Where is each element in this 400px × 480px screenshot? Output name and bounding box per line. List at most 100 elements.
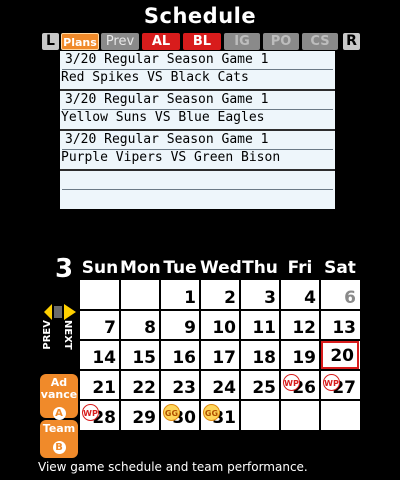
game-slot[interactable]: 3/20 Regular Season Game 1 Purple Vipers… (60, 131, 335, 171)
game-matchup: Purple Vipers VS Green Bison (61, 150, 281, 165)
calendar-day[interactable]: 10 (201, 311, 239, 339)
advance-label: Ad vance (40, 376, 78, 401)
calendar-day[interactable]: 27 WP (321, 371, 359, 399)
calendar-day[interactable]: 30 GG (161, 401, 199, 429)
grid-line (80, 339, 360, 341)
grid-line (80, 309, 360, 311)
day-number: 22 (132, 378, 156, 398)
calendar-day[interactable]: 24 (201, 371, 239, 399)
day-number: 11 (252, 318, 276, 338)
schedule-list: 3/20 Regular Season Game 1 Red Spikes VS… (60, 51, 335, 209)
tab-plans[interactable]: Plans (61, 33, 99, 50)
prev-label: PREV (42, 320, 53, 350)
game-slot[interactable]: 3/20 Regular Season Game 1 Yellow Suns V… (60, 91, 335, 131)
calendar-day-empty (81, 281, 119, 309)
game-title: 3/20 Regular Season Game 1 (65, 52, 269, 67)
calendar-day-empty (281, 401, 319, 429)
grid-line (159, 280, 161, 430)
day-number: 24 (212, 378, 236, 398)
calendar-day[interactable]: 18 (241, 341, 279, 369)
calendar-day[interactable]: 11 (241, 311, 279, 339)
calendar-day[interactable]: 12 (281, 311, 319, 339)
day-number: 25 (252, 378, 276, 398)
calendar-day[interactable]: 23 (161, 371, 199, 399)
calendar-day[interactable]: 26 WP (281, 371, 319, 399)
grid-line (319, 280, 321, 430)
day-number: 16 (172, 348, 196, 368)
game-title: 3/20 Regular Season Game 1 (65, 132, 269, 147)
calendar-day[interactable]: 7 (81, 311, 119, 339)
day-number: 1 (184, 288, 196, 308)
game-slot-empty[interactable] (60, 171, 335, 211)
weekday-label: Fri (287, 258, 313, 278)
calendar-day[interactable]: 6 (321, 281, 359, 309)
calendar-day[interactable]: 28 WP (81, 401, 119, 429)
calendar-day[interactable]: 1 (161, 281, 199, 309)
next-label: NEXT (62, 320, 73, 350)
shoulder-left-button[interactable]: L (42, 33, 59, 50)
game-matchup: Red Spikes VS Black Cats (61, 70, 249, 85)
a-button-icon: A (52, 407, 66, 420)
day-number: 17 (212, 348, 236, 368)
wp-marker-icon: WP (283, 374, 300, 391)
day-number: 4 (304, 288, 316, 308)
calendar-day[interactable]: 21 (81, 371, 119, 399)
tab-al[interactable]: AL (142, 33, 180, 50)
team-button[interactable]: Team B (40, 420, 78, 458)
game-slot[interactable]: 3/20 Regular Season Game 1 Red Spikes VS… (60, 51, 335, 91)
day-number: 20 (330, 346, 354, 366)
screen-title: Schedule (143, 4, 257, 28)
team-label: Team (42, 422, 76, 435)
tab-bl[interactable]: BL (183, 33, 221, 50)
day-number: 2 (224, 288, 236, 308)
divider (62, 189, 333, 190)
tab-ig[interactable]: IG (224, 33, 260, 50)
wp-marker-icon: WP (323, 374, 340, 391)
calendar-day[interactable]: 31 GG (201, 401, 239, 429)
calendar-day[interactable]: 14 (81, 341, 119, 369)
calendar-day[interactable]: 9 (161, 311, 199, 339)
calendar-day[interactable]: 13 (321, 311, 359, 339)
day-number: 9 (184, 318, 196, 338)
calendar-day[interactable]: 29 (121, 401, 159, 429)
weekday-label: Mon (120, 258, 161, 278)
calendar-day-empty (121, 281, 159, 309)
tab-prev[interactable]: Prev (101, 33, 139, 50)
weekday-label: Sun (81, 258, 119, 278)
calendar-day[interactable]: 15 (121, 341, 159, 369)
game-matchup: Yellow Suns VS Blue Eagles (61, 110, 265, 125)
calendar-day[interactable]: 3 (241, 281, 279, 309)
day-number: 15 (132, 348, 156, 368)
advance-button[interactable]: Ad vance A (40, 374, 78, 420)
calendar-day[interactable]: 4 (281, 281, 319, 309)
weekday-label: Thu (242, 258, 278, 278)
day-number: 7 (104, 318, 116, 338)
calendar-day-empty (321, 401, 359, 429)
month-navigator[interactable]: PREV NEXT (40, 300, 80, 360)
grid-line (239, 280, 241, 430)
day-number: 13 (332, 318, 356, 338)
calendar-day-empty (241, 401, 279, 429)
day-number: 10 (212, 318, 236, 338)
game-title: 3/20 Regular Season Game 1 (65, 92, 269, 107)
calendar-day[interactable]: 2 (201, 281, 239, 309)
grid-line (80, 399, 360, 401)
calendar-day[interactable]: 8 (121, 311, 159, 339)
calendar-day[interactable]: 25 (241, 371, 279, 399)
tab-po[interactable]: PO (263, 33, 299, 50)
day-number: 29 (132, 408, 156, 428)
gg-marker-icon: GG (163, 404, 180, 421)
shoulder-right-button[interactable]: R (343, 33, 360, 50)
help-text: View game schedule and team performance. (38, 460, 308, 474)
grid-line (119, 280, 121, 430)
calendar-day[interactable]: 16 (161, 341, 199, 369)
wp-marker-icon: WP (82, 404, 99, 421)
day-number: 19 (292, 348, 316, 368)
calendar-day[interactable]: 17 (201, 341, 239, 369)
calendar-day[interactable]: 22 (121, 371, 159, 399)
calendar-day[interactable]: 20 (321, 341, 359, 369)
tab-cs[interactable]: CS (302, 33, 338, 50)
grid-line (279, 280, 281, 430)
calendar-day[interactable]: 19 (281, 341, 319, 369)
weekday-label: Tue (163, 258, 197, 278)
